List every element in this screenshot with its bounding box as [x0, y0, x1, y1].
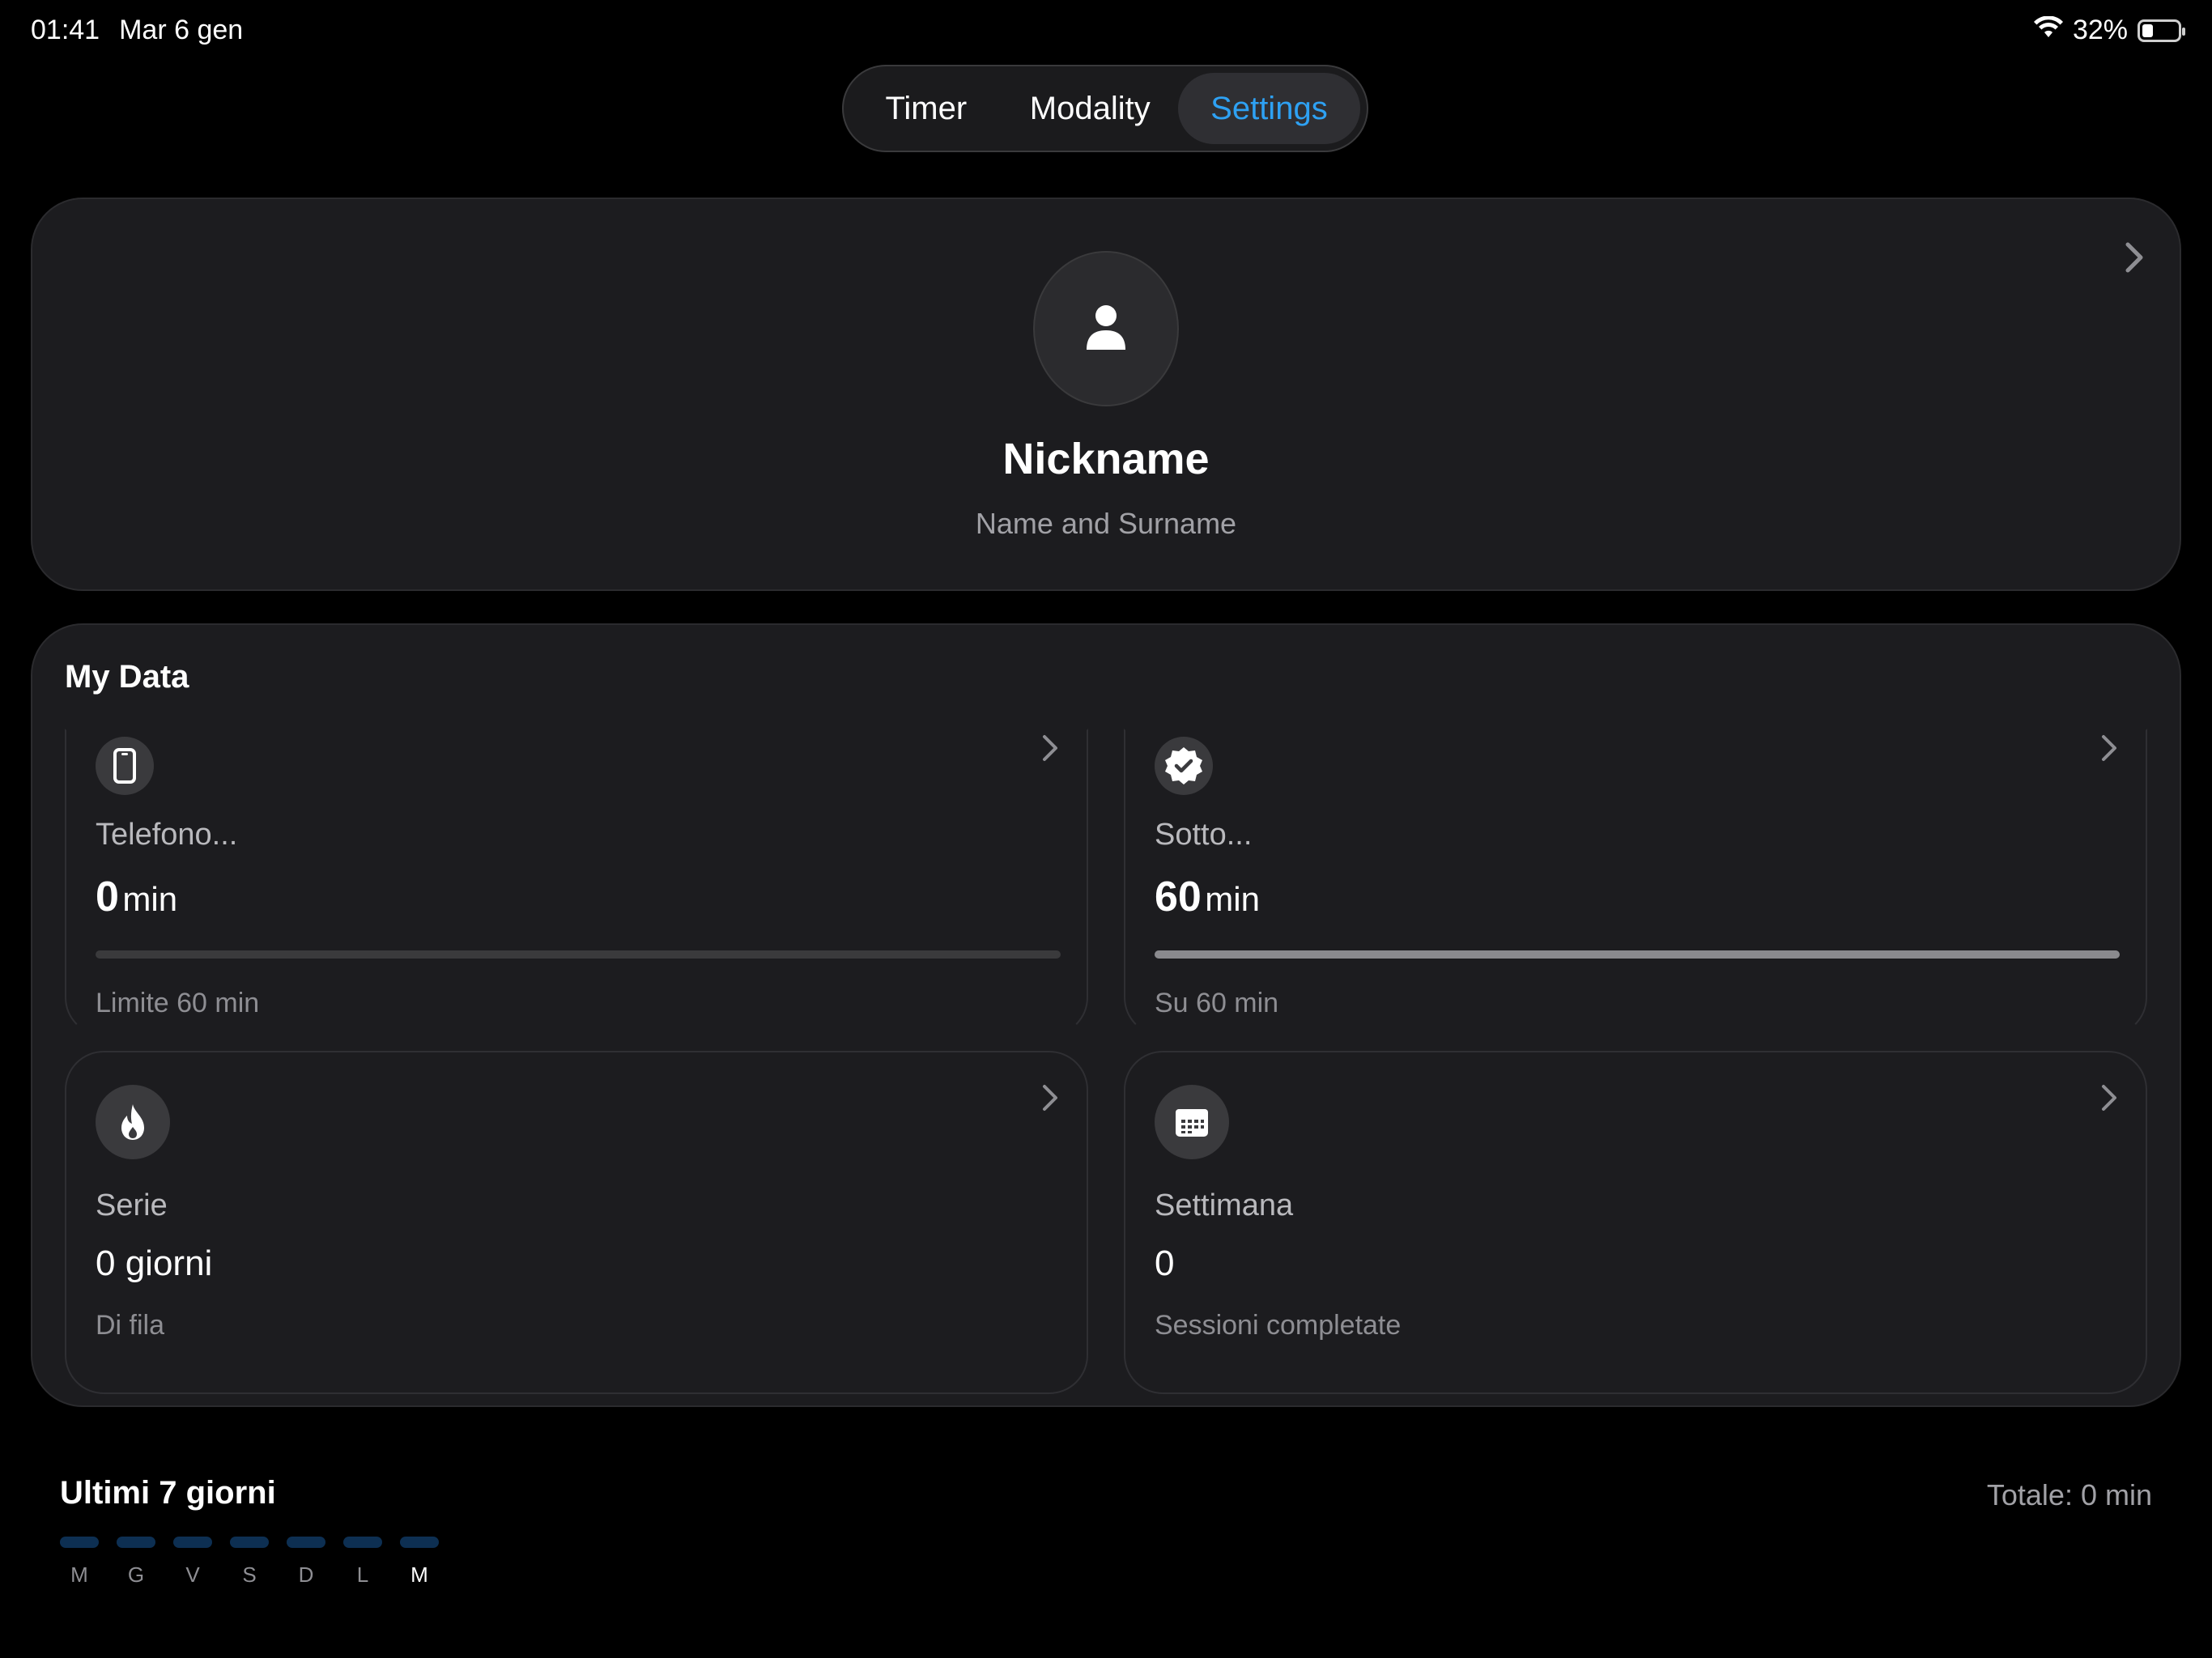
profile-full-name: Name and Surname [975, 507, 1237, 540]
tile-value-number: 60 [1155, 874, 1202, 920]
calendar-icon [1155, 1085, 1229, 1159]
day-bar [343, 1537, 382, 1548]
week-tile[interactable]: Settimana 0 Sessioni completate [1124, 1051, 2147, 1394]
phone-icon [96, 737, 154, 795]
profile-nickname: Nickname [1002, 435, 1210, 483]
avatar[interactable] [1033, 251, 1179, 406]
person-icon [1085, 303, 1127, 355]
under-limit-tile[interactable]: Sotto... 60 min Su 60 min [1124, 729, 2147, 1036]
tile-value: 0 giorni [96, 1244, 213, 1283]
day-label: L [356, 1562, 369, 1587]
tile-caption: Di fila [96, 1310, 165, 1341]
day-column: M [60, 1537, 99, 1588]
last-7-days-title: Ultimi 7 giorni [60, 1475, 276, 1511]
day-column: M [400, 1537, 439, 1588]
tile-value: 0 min [96, 873, 177, 921]
day-label: G [127, 1562, 145, 1587]
profile-card[interactable]: Nickname Name and Surname [31, 198, 2181, 591]
tile-label: Serie [96, 1188, 168, 1222]
chevron-right-icon[interactable] [1035, 1080, 1064, 1119]
day-label: M [70, 1562, 88, 1587]
progress-bar-fill [1155, 950, 2120, 959]
day-label: V [185, 1562, 200, 1587]
last-7-days-total: Totale: 0 min [1986, 1478, 2152, 1511]
status-bar-left: 01:41 Mar 6 gen [31, 15, 243, 46]
status-bar-right: 32% [2033, 15, 2185, 46]
tile-caption: Limite 60 min [96, 988, 260, 1018]
phone-usage-tile[interactable]: Telefono... 0 min Limite 60 min [65, 729, 1088, 1036]
battery-percent: 32% [2072, 15, 2128, 45]
day-bar [287, 1537, 325, 1548]
day-label: M [410, 1562, 428, 1587]
battery-level-fill [2142, 23, 2153, 37]
chevron-right-icon[interactable] [2094, 1080, 2123, 1119]
day-column: D [287, 1537, 325, 1588]
tile-caption: Sessioni completate [1155, 1310, 1402, 1341]
day-column: S [230, 1537, 269, 1588]
wifi-icon [2033, 15, 2063, 46]
tab-modality[interactable]: Modality [1002, 73, 1178, 144]
tile-caption: Su 60 min [1155, 988, 1279, 1018]
day-column: L [343, 1537, 382, 1588]
day-bar [230, 1537, 269, 1548]
day-bar [60, 1537, 99, 1548]
day-bar [117, 1537, 155, 1548]
flame-icon [96, 1085, 170, 1159]
day-label: D [298, 1562, 314, 1587]
tile-value-number: 0 [96, 874, 119, 920]
last-7-days-chart: MGVSDLM [60, 1537, 439, 1588]
my-data-card: My Data Telefono... 0 min Limite 60 min … [31, 623, 2181, 1407]
battery-icon [2138, 19, 2185, 42]
progress-bar [1155, 950, 2120, 959]
tab-settings[interactable]: Settings [1177, 73, 1360, 144]
streak-tile[interactable]: Serie 0 giorni Di fila [65, 1051, 1088, 1394]
status-date: Mar 6 gen [119, 15, 244, 45]
verified-check-icon [1155, 737, 1213, 795]
progress-bar [96, 950, 1061, 959]
chevron-right-icon[interactable] [2094, 730, 2123, 769]
tile-value: 60 min [1155, 873, 1260, 921]
tile-value-unit: min [122, 880, 178, 918]
tab-timer[interactable]: Timer [850, 73, 1002, 144]
tile-label: Telefono... [96, 818, 238, 852]
tile-label: Settimana [1155, 1188, 1294, 1222]
day-column: V [173, 1537, 212, 1588]
my-data-title: My Data [65, 659, 189, 695]
tile-label: Sotto... [1155, 818, 1253, 852]
chevron-right-icon[interactable] [2120, 238, 2149, 277]
status-time: 01:41 [31, 15, 100, 45]
chevron-right-icon[interactable] [1035, 730, 1064, 769]
tile-value-unit: min [1205, 880, 1260, 918]
day-bar [173, 1537, 212, 1548]
tab-bar: Timer Modality Settings [842, 65, 1368, 152]
day-label: S [242, 1562, 257, 1587]
tile-value: 0 [1155, 1244, 1175, 1283]
day-column: G [117, 1537, 155, 1588]
day-bar [400, 1537, 439, 1548]
